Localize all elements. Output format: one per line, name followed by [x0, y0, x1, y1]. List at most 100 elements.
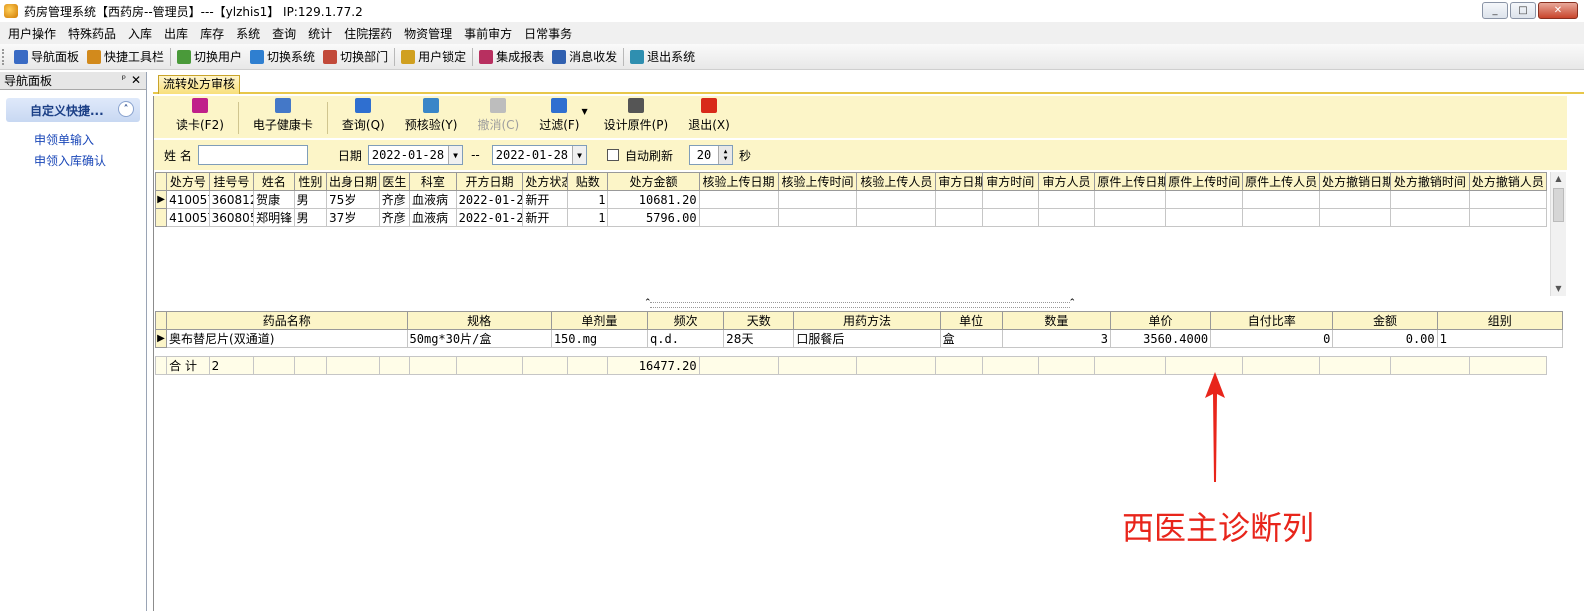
column-header[interactable]: 处方撤销时间: [1389, 172, 1470, 191]
pin-icon[interactable]: ᵖ: [122, 74, 126, 85]
table-cell[interactable]: [981, 208, 1039, 227]
menu-item[interactable]: 查询: [268, 25, 304, 42]
column-header[interactable]: 组别: [1436, 311, 1564, 330]
toolbar-button[interactable]: 退出(X): [678, 98, 740, 138]
column-header[interactable]: 审方时间: [981, 172, 1039, 191]
scroll-down-icon[interactable]: ▼: [1551, 282, 1566, 296]
table-cell[interactable]: [1165, 208, 1244, 227]
table-cell[interactable]: 37岁: [326, 208, 380, 227]
menu-item[interactable]: 特殊药品: [64, 25, 124, 42]
close-button[interactable]: ✕: [1538, 2, 1578, 19]
column-header[interactable]: 单位: [939, 311, 1003, 330]
menu-item[interactable]: 用户操作: [4, 25, 64, 42]
toolbar-button[interactable]: 电子健康卡: [243, 98, 323, 138]
table-cell[interactable]: 1: [566, 208, 609, 227]
column-header[interactable]: 开方日期: [455, 172, 524, 191]
date-from-picker[interactable]: 2022-01-28 ▼: [367, 145, 464, 165]
chevron-down-icon[interactable]: ▼: [448, 146, 463, 164]
column-header[interactable]: 处方撤销人员: [1468, 172, 1548, 191]
column-header[interactable]: 贴数: [566, 172, 609, 191]
column-header[interactable]: 数量: [1001, 311, 1111, 330]
table-cell[interactable]: [1319, 208, 1391, 227]
table-cell[interactable]: 齐彦: [378, 190, 411, 209]
menu-item[interactable]: 系统: [232, 25, 268, 42]
column-header[interactable]: 原件上传日期: [1094, 172, 1167, 191]
toolbar-button[interactable]: 设计原件(P): [594, 98, 679, 138]
toolbar-grip[interactable]: [2, 48, 6, 65]
table-cell[interactable]: [1389, 208, 1470, 227]
nav-link-requisition-input[interactable]: 申领单输入: [34, 130, 146, 151]
column-header[interactable]: 审方人员: [1037, 172, 1096, 191]
table-cell[interactable]: 新开: [522, 190, 568, 209]
column-header[interactable]: 处方金额: [607, 172, 700, 191]
splitter-up-icon[interactable]: ⌃: [644, 298, 652, 308]
scroll-up-icon[interactable]: ▲: [1551, 172, 1566, 186]
table-cell[interactable]: 0: [1210, 329, 1334, 348]
splitter-up-icon[interactable]: ⌃: [1068, 298, 1076, 308]
column-header[interactable]: 核验上传时间: [777, 172, 858, 191]
minimize-button[interactable]: _: [1482, 2, 1508, 19]
column-header[interactable]: 处方状态: [522, 172, 568, 191]
menu-item[interactable]: 住院摆药: [340, 25, 400, 42]
table-cell[interactable]: 血液病: [409, 190, 457, 209]
menu-item[interactable]: 出库: [160, 25, 196, 42]
column-header[interactable]: 单剂量: [550, 311, 649, 330]
close-panel-icon[interactable]: ✕: [131, 73, 141, 87]
scroll-thumb[interactable]: [1553, 188, 1564, 222]
table-cell[interactable]: [1468, 208, 1548, 227]
table-cell[interactable]: 10681.20: [607, 190, 700, 209]
column-header[interactable]: 用药方法: [793, 311, 941, 330]
nav-link-requisition-confirm[interactable]: 申领入库确认: [34, 151, 146, 172]
column-header[interactable]: 自付比率: [1210, 311, 1334, 330]
table-cell[interactable]: 150.mg: [550, 329, 649, 348]
quick-button[interactable]: 退出系统: [626, 48, 699, 65]
menu-item[interactable]: 日常事务: [520, 25, 580, 42]
table-cell[interactable]: 28天: [723, 329, 795, 348]
column-header[interactable]: 处方撤销日期: [1319, 172, 1391, 191]
nav-group-custom-shortcuts[interactable]: 自定义快捷... ˄: [6, 98, 140, 122]
refresh-seconds-stepper[interactable]: 20 ▲ ▼: [689, 145, 734, 165]
column-header[interactable]: 审方日期: [935, 172, 983, 191]
menu-item[interactable]: 入库: [124, 25, 160, 42]
table-cell[interactable]: [698, 208, 779, 227]
auto-refresh-checkbox[interactable]: [607, 149, 620, 161]
table-cell[interactable]: 2022-01-28: [455, 190, 524, 209]
table-cell[interactable]: 1: [1436, 329, 1564, 348]
table-cell[interactable]: 新开: [522, 208, 568, 227]
menu-item[interactable]: 物资管理: [400, 25, 460, 42]
table-cell[interactable]: 410057: [166, 190, 210, 209]
quick-button[interactable]: 用户锁定: [397, 48, 470, 65]
quick-button[interactable]: 集成报表: [475, 48, 548, 65]
table-cell[interactable]: 男: [293, 190, 328, 209]
toolbar-button[interactable]: 撤消(C): [467, 98, 529, 138]
table-cell[interactable]: 410057: [166, 208, 210, 227]
quick-button[interactable]: 导航面板: [10, 48, 83, 65]
quick-button[interactable]: 快捷工具栏: [83, 48, 168, 65]
table-cell[interactable]: [698, 190, 779, 209]
table-cell[interactable]: q.d.: [647, 329, 725, 348]
column-header[interactable]: 金额: [1332, 311, 1438, 330]
table-cell[interactable]: [856, 190, 937, 209]
table-cell[interactable]: [1242, 190, 1321, 209]
quick-button[interactable]: 切换部门: [319, 48, 392, 65]
table-cell[interactable]: 0.00: [1332, 329, 1438, 348]
table-cell[interactable]: 360812: [208, 190, 255, 209]
column-header[interactable]: 原件上传人员: [1242, 172, 1321, 191]
column-header[interactable]: 性别: [293, 172, 328, 191]
table-cell[interactable]: 2022-01-28: [455, 208, 524, 227]
column-header[interactable]: 挂号号: [208, 172, 255, 191]
table-cell[interactable]: 360805: [208, 208, 255, 227]
table-cell[interactable]: [1037, 190, 1096, 209]
column-header[interactable]: 频次: [647, 311, 725, 330]
table-cell[interactable]: 齐彦: [378, 208, 411, 227]
quick-button[interactable]: 消息收发: [548, 48, 621, 65]
table-cell[interactable]: 郑明锋: [253, 208, 295, 227]
table-cell[interactable]: 口服餐后: [793, 329, 941, 348]
table-cell[interactable]: 1: [566, 190, 609, 209]
date-to-picker[interactable]: 2022-01-28 ▼: [491, 145, 588, 165]
toolbar-button[interactable]: 读卡(F2): [166, 98, 234, 138]
table-cell[interactable]: 男: [293, 208, 328, 227]
collapse-icon[interactable]: ˄: [118, 101, 134, 117]
table-cell[interactable]: [1468, 190, 1548, 209]
table-cell[interactable]: [856, 208, 937, 227]
